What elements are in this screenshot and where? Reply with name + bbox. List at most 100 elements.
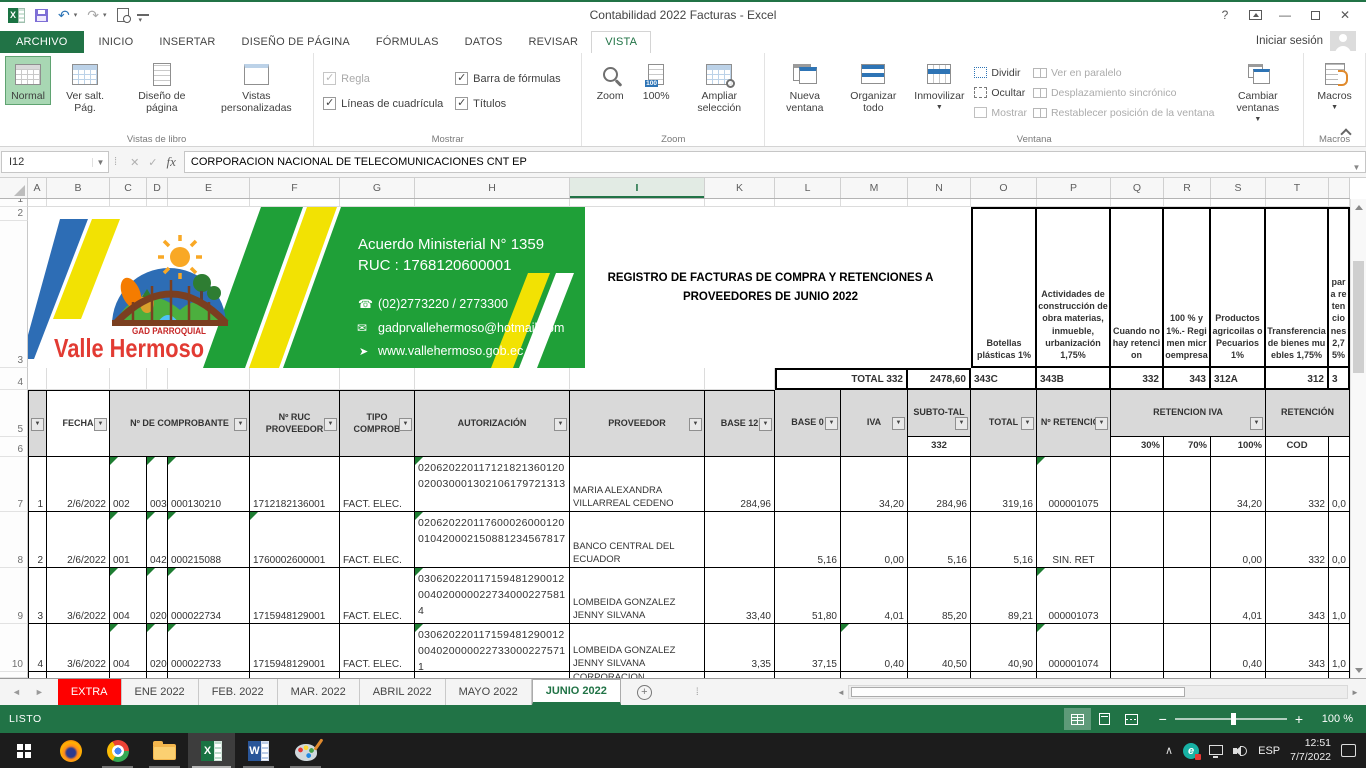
header-base12[interactable]: BASE 12 [705,390,775,457]
subheader-100[interactable]: 100% [1211,437,1266,457]
cell-aut-row3[interactable]: 0306202201171594812900120040200000227340… [415,568,570,624]
horizontal-scrollbar[interactable]: ◄ ► [834,684,1362,700]
column-header-M[interactable]: M [841,178,908,198]
filter-button[interactable] [1250,417,1263,430]
select-all-corner[interactable] [0,178,28,198]
cell-aut-row2[interactable]: 0206202201176000260001200104200021508812… [415,512,570,568]
row-header-8[interactable]: 8 [0,512,28,568]
synchronous-scrolling-button[interactable]: Desplazamiento sincrónico [1033,84,1214,101]
normal-view-shortcut[interactable] [1064,708,1091,730]
cell-p70-row4[interactable] [1164,624,1211,672]
name-box[interactable]: I12 ▼ [1,151,109,173]
redo-dropdown-icon[interactable]: ▾ [103,11,107,19]
cell-c1-row2[interactable]: 001 [110,512,147,568]
header-num-retencion[interactable]: Nº RETENCION [1037,390,1111,457]
cell-base12-row4[interactable]: 3,35 [705,624,775,672]
column-header-D[interactable]: D [147,178,168,198]
cell-p100-row2[interactable]: 0,00 [1211,512,1266,568]
subheader-70[interactable]: 70% [1164,437,1211,457]
tax-header-cell-6[interactable]: Transferencia de bienes muebles 1,75% [1266,207,1329,368]
clock[interactable]: 12:51 7/7/2022 [1290,737,1331,763]
cell-iva-row3[interactable]: 4,01 [841,568,908,624]
tax-header-cell-4[interactable]: 100 % y 1%.- Regimen microempresa [1164,207,1211,368]
ribbon-tab-revisar[interactable]: REVISAR [516,32,592,53]
cell-c2-row3[interactable]: 020 [147,568,168,624]
filter-button[interactable] [1021,417,1034,430]
column-header-u[interactable] [1329,178,1350,198]
page-layout-shortcut[interactable] [1091,708,1118,730]
cell-c3-row3[interactable]: 000022734 [168,568,250,624]
cell-base12-row2[interactable] [705,512,775,568]
scroll-right-icon[interactable]: ► [1348,688,1362,697]
cell-c3-row4[interactable]: 000022733 [168,624,250,672]
filter-button[interactable] [759,418,772,431]
qat-customize-button[interactable] [137,14,149,16]
zoom-button[interactable]: Zoom [587,56,633,105]
cell-code-5[interactable]: 312A [1211,368,1266,390]
close-button[interactable]: ✕ [1330,3,1360,27]
cell-ruc-row4[interactable]: 1715948129001 [250,624,340,672]
cell-code-1[interactable]: 343C [971,368,1037,390]
keyboard-language[interactable]: ESP [1258,745,1280,757]
header-tipo[interactable]: TIPO COMPROB [340,390,415,457]
reset-window-position-button[interactable]: Restablecer posición de la ventana [1033,104,1214,121]
cell-nret-row2[interactable]: SIN. RET [1037,512,1111,568]
tax-header-cell-3[interactable]: Cuando no hay retencion [1111,207,1164,368]
taskbar-word[interactable]: W [235,733,282,768]
cell-n-row3[interactable]: 3 [28,568,47,624]
network-icon[interactable] [1209,745,1223,755]
cell-tipo-row3[interactable]: FACT. ELEC. [340,568,415,624]
sheet-tab-ene-2022[interactable]: ENE 2022 [122,679,199,705]
cell-cod-row4[interactable]: 343 [1266,624,1329,672]
ribbon-tab-datos[interactable]: DATOS [452,32,516,53]
checkbox-barra-formulas[interactable]: Barra de fórmulas [455,72,579,85]
column-header-Q[interactable]: Q [1111,178,1164,198]
cell-p30-row1[interactable] [1111,457,1164,512]
cell-p70-row1[interactable] [1164,457,1211,512]
cell-aut-row4[interactable]: 0306202201171594812900120040200000227330… [415,624,570,672]
zoom-out-button[interactable]: − [1159,712,1167,726]
cell-base0-row1[interactable] [775,457,841,512]
cell-code-7[interactable]: 3 [1329,368,1350,390]
row-header-9[interactable]: 9 [0,568,28,624]
zoom-in-button[interactable]: + [1295,712,1303,726]
cell-iva-row4[interactable]: 0,40 [841,624,908,672]
sheet-tab-mayo-2022[interactable]: MAYO 2022 [446,679,532,705]
cell-total-row2[interactable]: 5,16 [971,512,1037,568]
cell-nret-row1[interactable]: 000001075 [1037,457,1111,512]
column-header-P[interactable]: P [1037,178,1111,198]
tax-header-cell-2[interactable]: Actividades de construcción de obra mate… [1037,207,1111,368]
column-header-T[interactable]: T [1266,178,1329,198]
sheet-tab-feb-2022[interactable]: FEB. 2022 [199,679,278,705]
filter-button[interactable] [689,418,702,431]
column-header-L[interactable]: L [775,178,841,198]
zoom-100-button[interactable]: 100 100% [633,56,679,105]
cell-subtotal-row1[interactable]: 284,96 [908,457,971,512]
report-title[interactable]: REGISTRO DE FACTURAS DE COMPRA Y RETENCI… [570,207,971,368]
ribbon-display-options-button[interactable] [1240,3,1270,27]
cell-c1-row3[interactable]: 004 [110,568,147,624]
zoom-to-selection-button[interactable]: Ampliar selección [679,56,759,117]
tax-header-cell-1[interactable]: Botellas plásticas 1% [971,207,1037,368]
filter-button[interactable] [234,418,247,431]
cell-c1-row4[interactable]: 004 [110,624,147,672]
column-header-N[interactable]: N [908,178,971,198]
arrange-all-button[interactable]: Organizar todo [839,56,907,117]
taskbar-file-explorer[interactable] [141,733,188,768]
insert-function-button[interactable]: fx [167,154,176,170]
cell-prov-row3[interactable]: LOMBEIDA GONZALEZ JENNY SILVANA [570,568,705,624]
page-layout-view-button[interactable]: Diseño de página [119,56,204,117]
header-comprobante[interactable]: Nº DE COMPROBANTE [110,390,250,457]
unhide-button[interactable]: Mostrar [974,104,1027,121]
filter-button[interactable] [94,418,107,431]
subheader-blank[interactable] [1329,437,1350,457]
cell-base0-row4[interactable]: 37,15 [775,624,841,672]
header-subtotal[interactable]: SUBTO-TAL [908,390,971,437]
ribbon-tab-insertar[interactable]: INSERTAR [146,32,228,53]
tab-scroll-left-icon[interactable]: ◄ [12,687,21,697]
column-header-K[interactable]: K [705,178,775,198]
cell-p100-row3[interactable]: 4,01 [1211,568,1266,624]
cell-cod-row2[interactable]: 332 [1266,512,1329,568]
new-window-button[interactable]: Nueva ventana [770,56,839,117]
row-header-10[interactable]: 10 [0,624,28,672]
